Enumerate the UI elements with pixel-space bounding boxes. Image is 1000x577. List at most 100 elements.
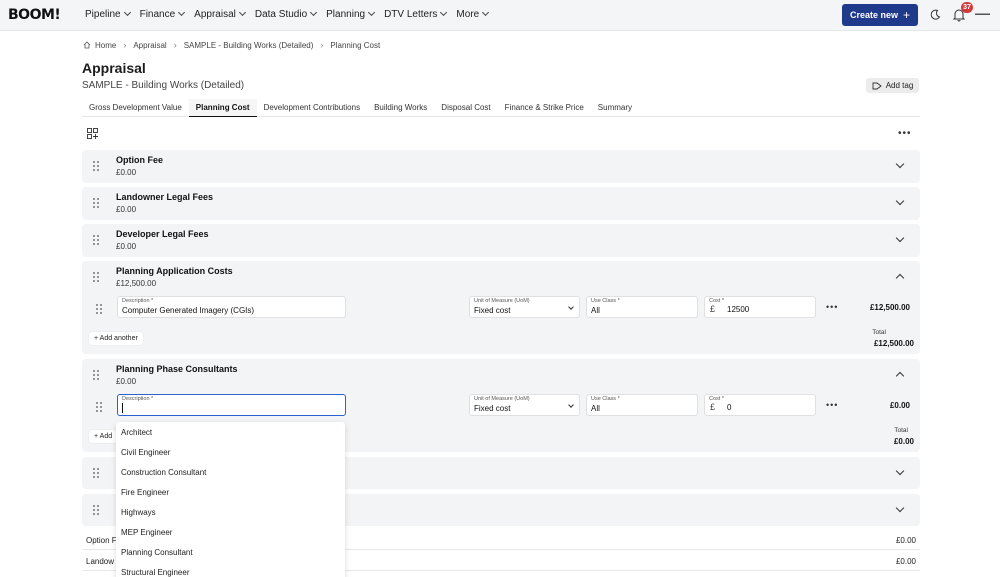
dropdown-option[interactable]: Civil Engineer <box>121 448 170 457</box>
add-another-button[interactable]: + Add another <box>89 332 143 345</box>
row-total: £12,500.00 <box>869 303 910 312</box>
nav-label: DTV Letters <box>384 9 438 20</box>
drag-handle-icon[interactable] <box>93 161 101 171</box>
add-another-button[interactable]: + Add <box>89 430 118 443</box>
chevron-down-icon[interactable] <box>895 466 905 476</box>
nav-label: Appraisal <box>194 9 236 20</box>
tab-building-works[interactable]: Building Works <box>367 99 434 117</box>
chevron-down-icon[interactable] <box>895 503 905 513</box>
section-value: £12,500.00 <box>116 279 157 288</box>
field-value: All <box>591 404 600 413</box>
nav-more[interactable]: More <box>456 8 490 20</box>
chevron-down-icon[interactable] <box>895 196 905 206</box>
nav-data-studio[interactable]: Data Studio <box>255 8 318 20</box>
cost-field[interactable]: Cost * £ 12500 <box>704 296 816 318</box>
dropdown-option[interactable]: MEP Engineer <box>121 528 172 537</box>
more-options-icon[interactable]: ••• <box>898 128 912 139</box>
tag-icon <box>872 82 882 89</box>
breadcrumb-home[interactable]: Home <box>95 41 116 50</box>
add-another-label: Add <box>99 433 113 440</box>
add-tag-button[interactable]: Add tag <box>866 78 919 93</box>
app-logo[interactable]: BOOM! <box>8 7 61 23</box>
tab-disposal-cost[interactable]: Disposal Cost <box>434 99 497 117</box>
description-field[interactable]: Description * Computer Generated Imagery… <box>117 296 346 318</box>
nav-dtv-letters[interactable]: DTV Letters <box>384 8 448 20</box>
nav-label: Finance <box>139 9 176 20</box>
dropdown-option[interactable]: Structural Engineer <box>121 568 189 577</box>
dropdown-option[interactable]: Planning Consultant <box>121 548 193 557</box>
nav-planning[interactable]: Planning <box>326 8 376 20</box>
dropdown-option[interactable]: Fire Engineer <box>121 488 169 497</box>
nav-finance[interactable]: Finance <box>139 8 186 20</box>
tab-dev-contributions[interactable]: Development Contributions <box>257 99 368 117</box>
row-total: £0.00 <box>889 401 910 410</box>
chevron-down-icon <box>482 8 490 17</box>
row-drag-handle-icon[interactable] <box>96 402 104 412</box>
breadcrumb-current: Planning Cost <box>330 40 381 50</box>
nav-label: Planning <box>326 9 366 20</box>
breadcrumb-appraisal[interactable]: Appraisal <box>133 41 166 50</box>
moon-icon[interactable] <box>929 9 941 21</box>
section-landowner-legal[interactable]: Landowner Legal Fees £0.00 <box>82 187 920 220</box>
use-class-field[interactable]: Use Class * All <box>586 296 698 318</box>
currency-symbol: £ <box>710 402 716 412</box>
breadcrumb-sample[interactable]: SAMPLE - Building Works (Detailed) <box>184 41 314 50</box>
chevron-down-icon <box>123 8 131 17</box>
field-value: All <box>591 306 600 315</box>
field-label: Use Class * <box>591 298 620 304</box>
uom-select[interactable]: Unit of Measure (UoM) Fixed cost <box>469 394 580 416</box>
dropdown-option[interactable]: Highways <box>121 508 156 517</box>
use-class-field[interactable]: Use Class * All <box>586 394 698 416</box>
drag-handle-icon[interactable] <box>93 468 101 478</box>
section-value: £0.00 <box>116 377 137 386</box>
nav-label: More <box>456 9 480 20</box>
chevron-down-icon <box>568 304 574 310</box>
drag-handle-icon[interactable] <box>93 505 101 515</box>
add-another-label: Add another <box>99 335 138 342</box>
plus-icon: + <box>94 433 99 440</box>
tab-bar: Gross Development Value Planning Cost De… <box>82 99 920 117</box>
section-developer-legal[interactable]: Developer Legal Fees £0.00 <box>82 224 920 257</box>
add-section-icon[interactable] <box>87 128 98 139</box>
currency-symbol: £ <box>710 304 716 314</box>
nav-pipeline[interactable]: Pipeline <box>85 8 131 20</box>
description-dropdown: Architect Civil Engineer Construction Co… <box>116 422 345 577</box>
create-new-button[interactable]: Create new + <box>842 4 918 26</box>
main-nav: Pipeline Finance Appraisal Data Studio P… <box>85 8 498 20</box>
description-input[interactable]: Description * <box>117 394 346 416</box>
nav-appraisal[interactable]: Appraisal <box>194 8 246 20</box>
field-value: Computer Generated Imagery (CGIs) <box>122 306 255 315</box>
tab-summary[interactable]: Summary <box>591 99 639 117</box>
section-total: £12,500.00 <box>873 339 914 348</box>
section-option-fee[interactable]: Option Fee £0.00 <box>82 150 920 183</box>
tab-finance-strike[interactable]: Finance & Strike Price <box>498 99 591 117</box>
cost-field[interactable]: Cost * £ 0 <box>704 394 816 416</box>
row-drag-handle-icon[interactable] <box>96 304 104 314</box>
top-bar: BOOM! Pipeline Finance Appraisal Data St… <box>0 0 1000 31</box>
chevron-down-icon <box>568 402 574 408</box>
drag-handle-icon[interactable] <box>93 198 101 208</box>
chevron-down-icon[interactable] <box>895 233 905 243</box>
drag-handle-icon[interactable] <box>93 235 101 245</box>
dropdown-option[interactable]: Architect <box>121 428 152 437</box>
chevron-up-icon[interactable] <box>895 273 905 283</box>
chevron-right-icon: › <box>320 40 324 50</box>
dropdown-option[interactable]: Construction Consultant <box>121 468 206 477</box>
avatar[interactable]: ▬▬▬ <box>975 11 990 17</box>
page-title: Appraisal <box>82 60 146 76</box>
chevron-down-icon <box>440 8 448 17</box>
uom-select[interactable]: Unit of Measure (UoM) Fixed cost <box>469 296 580 318</box>
tab-planning-cost[interactable]: Planning Cost <box>188 99 257 117</box>
chevron-up-icon[interactable] <box>895 371 905 381</box>
chevron-down-icon[interactable] <box>895 159 905 169</box>
drag-handle-icon[interactable] <box>93 370 101 380</box>
section-title: Planning Application Costs <box>116 266 233 276</box>
tab-gdv[interactable]: Gross Development Value <box>82 99 189 117</box>
chevron-right-icon: › <box>123 40 127 50</box>
text-cursor <box>122 403 123 413</box>
section-title: Option Fee <box>116 155 163 165</box>
notification-badge: 37 <box>961 2 973 13</box>
field-value: 12500 <box>727 305 750 314</box>
drag-handle-icon[interactable] <box>93 272 101 282</box>
field-label: Unit of Measure (UoM) <box>474 396 530 402</box>
